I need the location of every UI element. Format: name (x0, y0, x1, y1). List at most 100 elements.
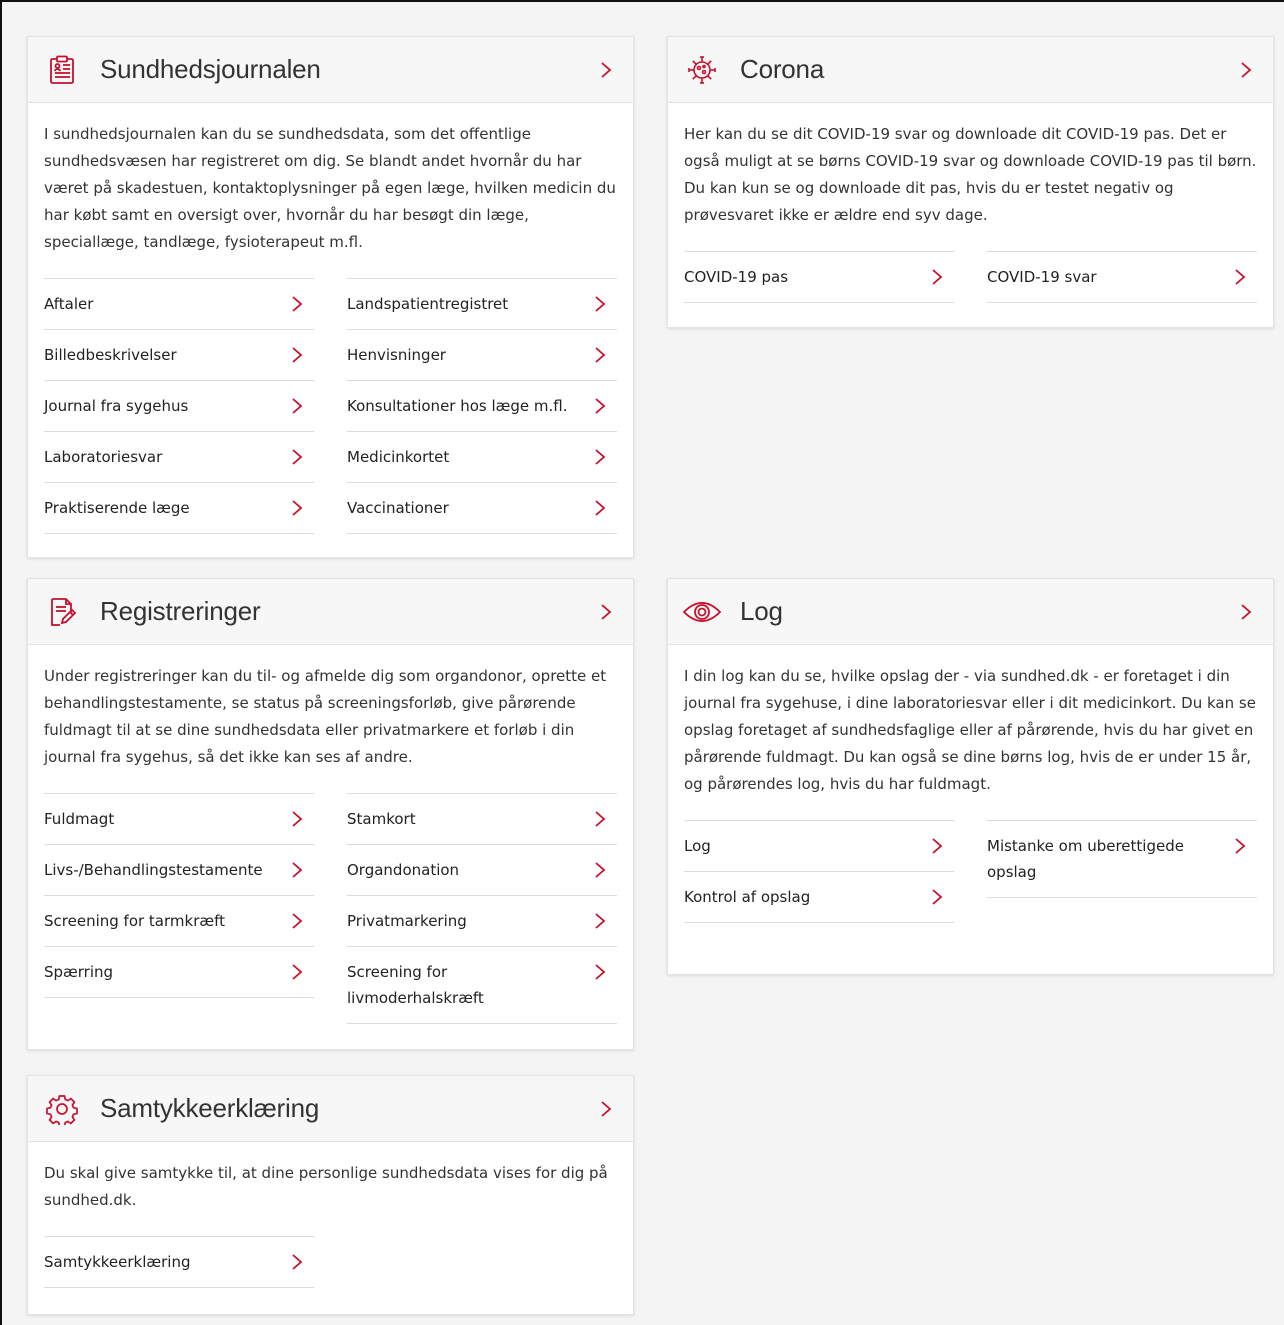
nav-link[interactable]: Praktiserende læge (44, 482, 314, 534)
nav-link-label: COVID-19 pas (684, 268, 789, 286)
nav-link-label: Livs-/Behandlingstestamente (44, 861, 263, 879)
nav-link[interactable]: Kontrol af opslag (684, 871, 954, 923)
link-column-left: Samtykkeerklæring (44, 1236, 314, 1288)
nav-link-label: Praktiserende læge (44, 499, 190, 517)
nav-link[interactable]: Stamkort (347, 793, 617, 844)
nav-link[interactable]: Log (684, 820, 954, 871)
chevron-right-icon (591, 810, 609, 828)
nav-link[interactable]: Samtykkeerklæring (44, 1236, 314, 1288)
nav-link-label: Landspatientregistret (347, 295, 509, 313)
link-column-right: COVID-19 svar (987, 251, 1257, 303)
nav-link-label: Log (684, 837, 711, 855)
nav-link[interactable]: Privatmarkering (347, 895, 617, 946)
nav-link[interactable]: Organdonation (347, 844, 617, 895)
chevron-right-icon[interactable] (597, 61, 615, 79)
nav-link-label: Organdonation (347, 861, 460, 879)
chevron-right-icon[interactable] (597, 603, 615, 621)
chevron-right-icon (288, 448, 306, 466)
card-sundhedsjournalen: Sundhedsjournalen I sundhedsjournalen ka… (27, 36, 634, 558)
nav-link[interactable]: Mistanke om uberettigede opslag (987, 820, 1257, 898)
nav-link[interactable]: Spærring (44, 946, 314, 998)
nav-link[interactable]: Screening for livmoderhalskræft (347, 946, 617, 1024)
card-header-log[interactable]: Log (668, 579, 1273, 645)
chevron-right-icon (928, 268, 946, 286)
nav-link-label: COVID-19 svar (987, 268, 1097, 286)
chevron-right-icon (928, 837, 946, 855)
card-header-registreringer[interactable]: Registreringer (28, 579, 633, 645)
nav-link[interactable]: Livs-/Behandlingstestamente (44, 844, 314, 895)
chevron-right-icon[interactable] (1237, 61, 1255, 79)
chevron-right-icon (288, 397, 306, 415)
card-header-corona[interactable]: Corona (668, 37, 1273, 103)
chevron-right-icon (1231, 837, 1249, 855)
nav-link[interactable]: Screening for tarmkræft (44, 895, 314, 946)
nav-link[interactable]: Aftaler (44, 278, 314, 329)
nav-link-label: Spærring (44, 963, 114, 981)
chevron-right-icon (591, 912, 609, 930)
nav-link[interactable]: Fuldmagt (44, 793, 314, 844)
nav-link-label: Billedbeskrivelser (44, 346, 177, 364)
card-header-samtykke[interactable]: Samtykkeerklæring (28, 1076, 633, 1142)
card-log: Log I din log kan du se, hvilke opslag d… (667, 578, 1274, 975)
link-column-left: Fuldmagt Livs-/Behandlingstestamente Scree… (44, 793, 314, 1024)
chevron-right-icon (591, 448, 609, 466)
virus-icon (682, 50, 722, 90)
chevron-right-icon[interactable] (1237, 603, 1255, 621)
chevron-right-icon (591, 346, 609, 364)
nav-link[interactable]: Landspatientregistret (347, 278, 617, 329)
nav-link[interactable]: Konsultationer hos læge m.fl. (347, 380, 617, 431)
card-description: Under registreringer kan du til- og afme… (44, 667, 607, 766)
card-description: I sundhedsjournalen kan du se sundhedsda… (44, 125, 616, 251)
card-title: Registreringer (100, 596, 261, 626)
nav-link[interactable]: COVID-19 pas (684, 251, 954, 303)
chevron-right-icon (928, 888, 946, 906)
card-title: Samtykkeerklæring (100, 1093, 320, 1123)
chevron-right-icon (288, 295, 306, 313)
nav-link-label: Journal fra sygehus (44, 397, 189, 415)
card-title: Corona (740, 54, 825, 84)
nav-link[interactable]: Henvisninger (347, 329, 617, 380)
nav-link-label: Vaccinationer (347, 499, 449, 517)
link-column-right: Stamkort Organdonation Privatmarkering Scre… (347, 793, 617, 1024)
nav-link[interactable]: Vaccinationer (347, 482, 617, 534)
nav-link[interactable]: Billedbeskrivelser (44, 329, 314, 380)
nav-link-label: Mistanke om uberettigede opslag (987, 837, 1184, 881)
nav-link-label: Henvisninger (347, 346, 446, 364)
nav-link[interactable]: Laboratoriesvar (44, 431, 314, 482)
chevron-right-icon (1231, 268, 1249, 286)
link-column-left: Aftaler Billedbeskrivelser Journal fra syg… (44, 278, 314, 534)
card-description: Her kan du se dit COVID-19 svar og downl… (684, 125, 1257, 224)
link-column-right: Mistanke om uberettigede opslag (987, 820, 1257, 923)
card-title: Log (740, 596, 783, 626)
chevron-right-icon (591, 963, 609, 981)
nav-link-label: Fuldmagt (44, 810, 115, 828)
nav-link-label: Samtykkeerklæring (44, 1253, 191, 1271)
link-column-right: Landspatientregistret Henvisninger Konsult… (347, 278, 617, 534)
link-column-left: COVID-19 pas (684, 251, 954, 303)
chevron-right-icon (591, 397, 609, 415)
eye-icon (682, 592, 722, 632)
card-corona: Corona Her kan du se dit COVID-19 svar o… (667, 36, 1274, 328)
card-title: Sundhedsjournalen (100, 54, 321, 84)
chevron-right-icon (288, 346, 306, 364)
nav-link-label: Laboratoriesvar (44, 448, 163, 466)
nav-link-label: Screening for tarmkræft (44, 912, 225, 930)
chevron-right-icon (288, 912, 306, 930)
document-pen-icon (42, 592, 82, 632)
nav-link-label: Privatmarkering (347, 912, 467, 930)
card-description: I din log kan du se, hvilke opslag der -… (684, 667, 1256, 793)
nav-link-label: Stamkort (347, 810, 416, 828)
nav-link[interactable]: Medicinkortet (347, 431, 617, 482)
chevron-right-icon[interactable] (597, 1100, 615, 1118)
chevron-right-icon (591, 499, 609, 517)
chevron-right-icon (288, 499, 306, 517)
nav-link-label: Kontrol af opslag (684, 888, 811, 906)
card-header-sundhedsjournalen[interactable]: Sundhedsjournalen (28, 37, 633, 103)
chevron-right-icon (591, 861, 609, 879)
chevron-right-icon (288, 963, 306, 981)
nav-link[interactable]: COVID-19 svar (987, 251, 1257, 303)
nav-link-label: Medicinkortet (347, 448, 450, 466)
nav-link-label: Aftaler (44, 295, 94, 313)
nav-link[interactable]: Journal fra sygehus (44, 380, 314, 431)
gear-icon (42, 1089, 82, 1129)
